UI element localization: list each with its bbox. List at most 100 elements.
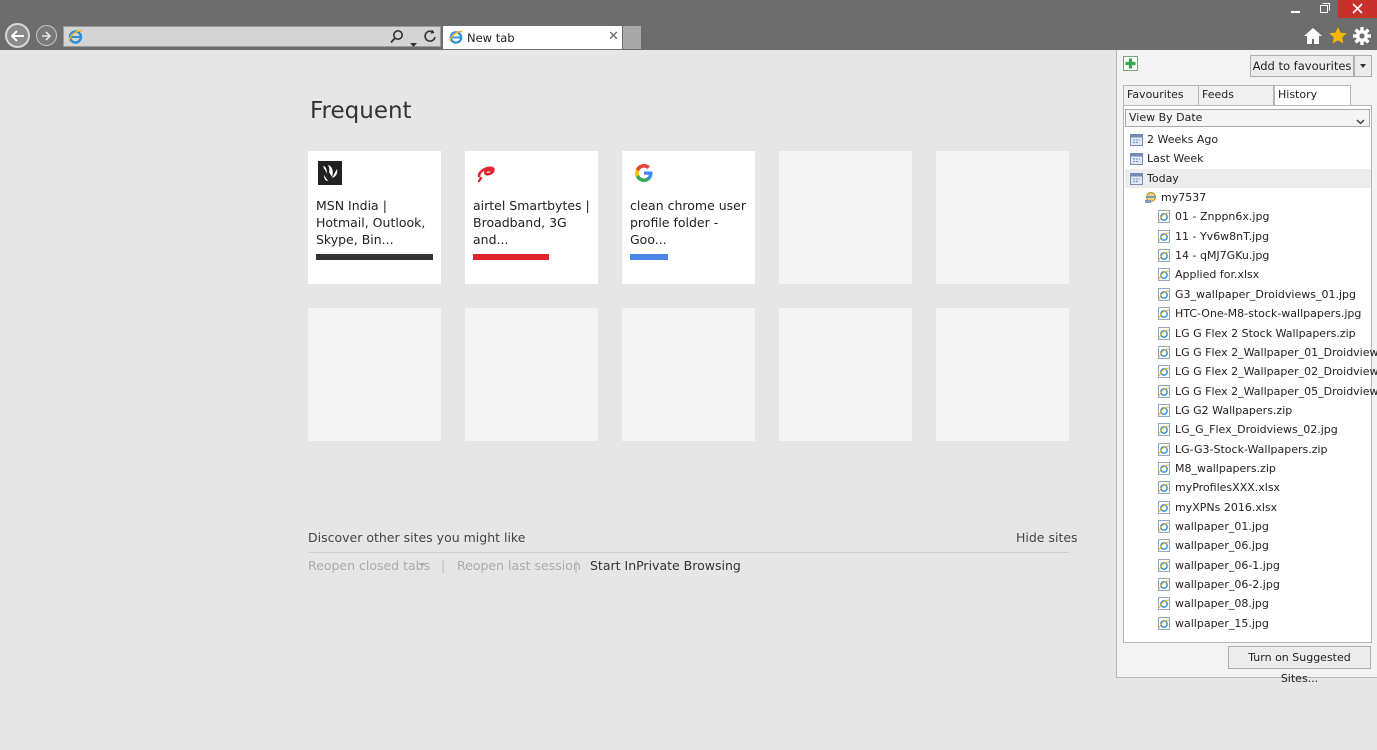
history-page-item[interactable]: Applied for.xlsx: [1125, 265, 1371, 284]
history-item-label: myXPNs 2016.xlsx: [1175, 500, 1278, 514]
restore-icon: [1320, 3, 1330, 13]
google-logo-icon: [632, 161, 656, 185]
empty-tile[interactable]: [779, 308, 912, 441]
history-page-item[interactable]: myXPNs 2016.xlsx: [1125, 498, 1371, 517]
frequent-tile-google[interactable]: clean chrome user profile folder - Goo..…: [622, 151, 755, 284]
history-item-label: 11 - Yv6w8nT.jpg: [1175, 229, 1270, 243]
history-item-label: wallpaper_01.jpg: [1175, 520, 1269, 533]
favourites-pane: Add to favourites Favourites Feeds Histo…: [1116, 50, 1377, 685]
history-page-item[interactable]: wallpaper_08.jpg: [1125, 594, 1371, 613]
history-item-label: wallpaper_15.jpg: [1175, 616, 1269, 630]
tile-title: clean chrome user profile folder - Goo..…: [630, 198, 747, 247]
address-bar[interactable]: [63, 26, 441, 47]
history-page-item[interactable]: LG G2 Wallpapers.zip: [1125, 401, 1371, 420]
search-icon[interactable]: [390, 29, 404, 48]
home-icon[interactable]: [1303, 27, 1323, 49]
history-item-label: wallpaper_06-2.jpg: [1175, 578, 1280, 592]
history-page-item[interactable]: myProfilesXXX.xlsx: [1125, 478, 1371, 497]
add-favourites-dropdown[interactable]: [1354, 55, 1372, 77]
hide-sites-link[interactable]: Hide sites: [1016, 530, 1078, 545]
history-item-label: wallpaper_06.jpg: [1175, 539, 1269, 553]
history-list: View By Date 2 Weeks Ago Last Week Today my…: [1123, 105, 1377, 643]
tab-history[interactable]: History: [1274, 85, 1351, 106]
star-icon[interactable]: [1328, 26, 1348, 49]
empty-tile[interactable]: [622, 308, 755, 441]
history-item-label: 01 - Znppn6x.jpg: [1175, 210, 1270, 224]
history-item-label: G3_wallpaper_Droidviews_01.jpg: [1175, 287, 1356, 301]
history-page-item[interactable]: wallpaper_01.jpg: [1125, 517, 1371, 536]
frequent-tile-airtel[interactable]: airtel Smartbytes | Broadband, 3G and...: [465, 151, 598, 284]
add-to-favourites-button[interactable]: Add to favourites: [1250, 55, 1354, 77]
empty-tile[interactable]: [936, 308, 1069, 441]
empty-tile[interactable]: [308, 308, 441, 441]
tab-new-tab[interactable]: New tab ✕: [443, 26, 622, 49]
history-page-item[interactable]: 11 - Yv6w8nT.jpg: [1125, 227, 1371, 246]
chevron-down-icon: [1360, 64, 1366, 68]
gear-icon[interactable]: [1352, 26, 1372, 50]
history-page-item[interactable]: LG G Flex 2_Wallpaper_05_Droidviews.jpg: [1125, 382, 1377, 401]
history-page-item[interactable]: wallpaper_06-1.jpg: [1125, 556, 1371, 575]
back-button[interactable]: [5, 23, 30, 48]
maximize-button[interactable]: [1310, 0, 1338, 18]
empty-tile[interactable]: [465, 308, 598, 441]
tab-feeds[interactable]: Feeds: [1198, 85, 1274, 105]
history-page-item[interactable]: LG_G_Flex_Droidviews_02.jpg: [1125, 420, 1371, 439]
history-page-item[interactable]: LG G Flex 2_Wallpaper_01_Droidviews.jpg: [1125, 343, 1377, 362]
history-item-label: LG G Flex 2_Wallpaper_05_Droidviews.jpg: [1175, 384, 1377, 398]
discover-sites-text: Discover other sites you might like: [308, 530, 526, 545]
view-by-value: View By Date: [1129, 111, 1203, 124]
view-by-select[interactable]: View By Date: [1125, 109, 1370, 127]
history-page-item[interactable]: M8_wallpapers.zip: [1125, 459, 1371, 478]
empty-tile[interactable]: [936, 151, 1069, 284]
minimize-button[interactable]: [1282, 0, 1310, 18]
reopen-last-session-link[interactable]: Reopen last session: [457, 558, 581, 573]
frequent-tile-msn[interactable]: MSN India | Hotmail, Outlook, Skype, Bin…: [308, 151, 441, 284]
airtel-logo-icon: [475, 161, 499, 185]
history-site-item[interactable]: my7537: [1125, 188, 1371, 207]
refresh-icon[interactable]: [423, 28, 438, 48]
history-item-label: 14 - qMJ7GKu.jpg: [1175, 249, 1270, 263]
ie-logo-icon: [448, 29, 464, 49]
history-item-label: LG_G_Flex_Droidviews_02.jpg: [1175, 423, 1338, 437]
minimize-icon: [1291, 11, 1300, 13]
history-page-item[interactable]: wallpaper_06-2.jpg: [1125, 575, 1371, 594]
history-item-label: LG G Flex 2 Stock Wallpapers.zip: [1175, 326, 1356, 340]
page-title: Frequent: [310, 98, 412, 124]
history-page-item[interactable]: wallpaper_06.jpg: [1125, 536, 1371, 555]
history-item-label: wallpaper_06-1.jpg: [1175, 558, 1280, 572]
reopen-closed-tabs-link[interactable]: Reopen closed tabs: [308, 558, 430, 573]
browser-toolbar: New tab ✕: [0, 0, 1377, 50]
tile-title: MSN India | Hotmail, Outlook, Skype, Bin…: [316, 198, 426, 247]
history-item-label: LG G Flex 2_Wallpaper_01_Droidviews.jpg: [1175, 345, 1377, 359]
history-page-item[interactable]: wallpaper_15.jpg: [1125, 614, 1371, 633]
history-page-item[interactable]: LG G Flex 2_Wallpaper_02_Droidviews.jpg: [1125, 362, 1377, 381]
separator: |: [574, 558, 579, 573]
forward-button[interactable]: [36, 25, 57, 46]
history-date-item[interactable]: 2 Weeks Ago: [1125, 130, 1371, 149]
history-page-item[interactable]: 01 - Znppn6x.jpg: [1125, 207, 1371, 226]
empty-tile[interactable]: [779, 151, 912, 284]
history-page-item[interactable]: LG G Flex 2 Stock Wallpapers.zip: [1125, 324, 1371, 343]
suggested-sites-button[interactable]: Turn on Suggested Sites...: [1228, 646, 1371, 685]
history-date-item[interactable]: Last Week: [1125, 149, 1371, 168]
start-inprivate-link[interactable]: Start InPrivate Browsing: [590, 558, 741, 573]
chevron-down-icon: [1356, 114, 1365, 130]
history-date-item[interactable]: Today: [1125, 168, 1371, 188]
close-icon: [1352, 3, 1363, 14]
tile-color-bar: [473, 254, 549, 260]
history-item-label: M8_wallpapers.zip: [1175, 461, 1276, 475]
tab-favourites[interactable]: Favourites: [1123, 85, 1199, 105]
close-tab-icon[interactable]: ✕: [608, 29, 619, 44]
history-page-item[interactable]: G3_wallpaper_Droidviews_01.jpg: [1125, 285, 1371, 304]
arrow-left-icon: [10, 29, 24, 42]
close-window-button[interactable]: [1338, 0, 1377, 18]
chevron-down-icon[interactable]: [410, 33, 417, 52]
pin-to-left-icon[interactable]: [1123, 56, 1138, 75]
history-page-item[interactable]: 14 - qMJ7GKu.jpg: [1125, 246, 1371, 265]
history-page-item[interactable]: HTC-One-M8-stock-wallpapers.jpg: [1125, 304, 1371, 323]
webpage-icon: [1158, 616, 1170, 636]
history-page-item[interactable]: LG-G3-Stock-Wallpapers.zip: [1125, 440, 1371, 459]
chevron-down-icon[interactable]: [419, 563, 425, 567]
new-tab-button[interactable]: [623, 26, 641, 49]
history-item-label: Last Week: [1147, 152, 1204, 166]
